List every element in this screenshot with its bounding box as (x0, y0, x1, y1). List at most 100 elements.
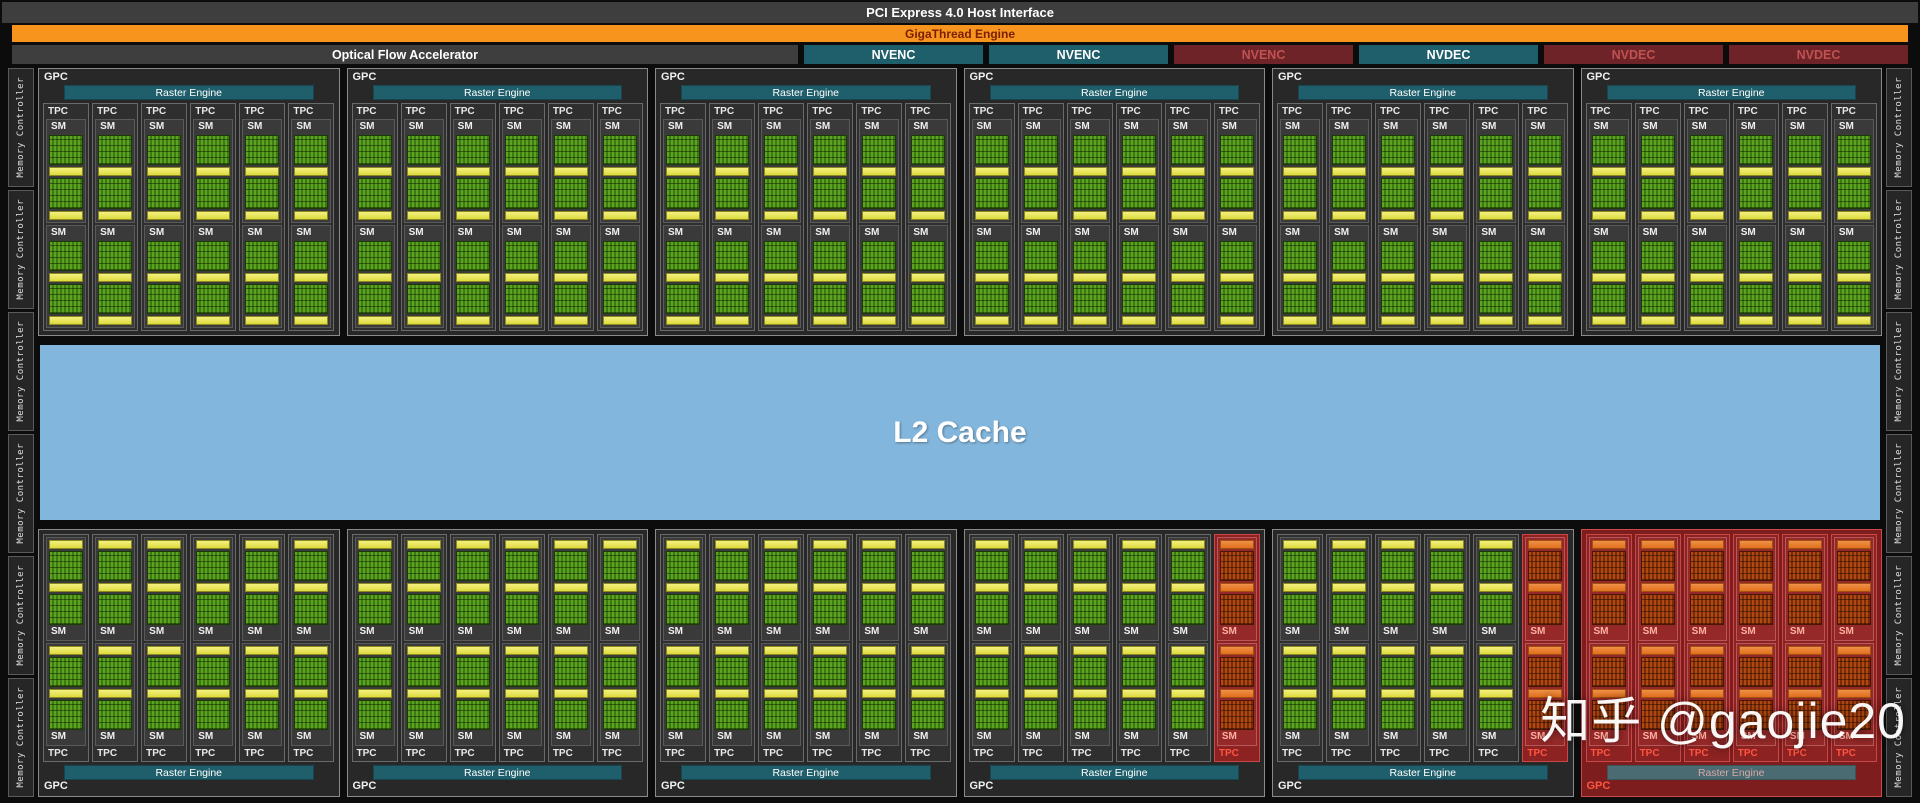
sm: SM (859, 537, 900, 641)
sm-core-block (1219, 699, 1254, 730)
tpc-row: TPC SM SM TPC SM SM TPC SM SM TPC SM SM TPC SM SM TPC SM… (351, 532, 645, 762)
sm: SM (1525, 642, 1566, 746)
memory-controller-segment: Memory Controller (8, 556, 34, 675)
sm-label: SM (100, 226, 116, 238)
sm: SM (599, 224, 640, 328)
sm-cache-bar (1283, 272, 1318, 282)
tpc: TPC SM SM (1213, 534, 1260, 762)
sm-cache-bar (1640, 272, 1675, 282)
sm-core-block (1738, 656, 1773, 687)
sm-cache-bar (1738, 540, 1773, 549)
sm-cache-bar (1528, 210, 1563, 220)
sm-core-block (1072, 656, 1107, 687)
sm-core-block (666, 551, 701, 582)
sm-core-block (1283, 240, 1318, 271)
sm: SM (1686, 119, 1727, 223)
sm-core-block (1170, 135, 1205, 166)
sm-label: SM (1123, 731, 1139, 742)
sm-label: SM (1383, 226, 1399, 238)
tpc-label: TPC (356, 106, 377, 117)
sm-cache-bar (1738, 272, 1773, 282)
sm-cache-bar (1121, 167, 1156, 177)
tpc: TPC SM SM (239, 534, 286, 762)
sm: SM (663, 537, 704, 641)
tpc: TPC SM SM (351, 534, 398, 762)
sm-cache-bar (147, 316, 182, 325)
sm-cache-bar (862, 583, 897, 593)
sm-core-block (196, 699, 231, 730)
tpc: TPC SM SM (1164, 534, 1211, 762)
sm-label: SM (864, 121, 880, 132)
tpc: TPC SM SM (239, 103, 286, 331)
sm-cache-bar (1072, 167, 1107, 177)
sm: SM (95, 119, 136, 223)
sm-label: SM (1383, 121, 1399, 132)
sm-core-block (1479, 699, 1514, 730)
sm-cache-bar (1381, 688, 1416, 698)
sm: SM (1637, 119, 1678, 223)
sm: SM (452, 642, 493, 746)
tpc-label: TPC (665, 106, 685, 117)
nvenc-block: NVENC (804, 45, 983, 64)
sm: SM (712, 224, 753, 328)
sm: SM (1118, 537, 1159, 641)
sm-cache-bar (974, 316, 1009, 325)
sm-core-block (813, 135, 848, 166)
sm: SM (1476, 642, 1517, 746)
sm-core-block (1219, 178, 1254, 209)
sm: SM (1020, 537, 1061, 641)
tpc-label: TPC (1218, 106, 1239, 117)
tpc: TPC SM SM (758, 103, 805, 331)
sm-core-block (1738, 551, 1773, 582)
memory-controller-label: Memory Controller (16, 565, 26, 666)
sm: SM (1378, 537, 1419, 641)
sm-cache-bar (1591, 167, 1626, 177)
sm: SM (1167, 224, 1208, 328)
sm: SM (144, 119, 185, 223)
sm-core-block (1170, 656, 1205, 687)
sm-cache-bar (1283, 645, 1318, 655)
sm-label: SM (359, 625, 375, 637)
sm-label: SM (51, 121, 66, 132)
sm-core-block (1219, 656, 1254, 687)
sm-label: SM (864, 625, 880, 637)
gpc-label: GPC (1278, 71, 1302, 83)
sm-cache-bar (49, 645, 84, 655)
sm-cache-bar (147, 210, 182, 220)
sm-label: SM (1481, 731, 1497, 742)
sm-core-block (1430, 283, 1465, 314)
sm-label: SM (296, 731, 312, 742)
sm-cache-bar (455, 316, 490, 325)
tpc: TPC SM SM (1115, 103, 1162, 331)
sm-core-block (1591, 240, 1626, 271)
sm-label: SM (668, 731, 683, 742)
sm-cache-bar (1640, 167, 1675, 177)
tpc: TPC SM SM (856, 103, 903, 331)
tpc-label: TPC (503, 106, 524, 117)
gpc: GPC Raster Engine TPC SM SM TPC SM SM TPC SM SM TPC… (655, 529, 957, 797)
sm: SM (1167, 537, 1208, 641)
sm-label: SM (247, 731, 263, 742)
sm-label: SM (1285, 625, 1300, 637)
sm-cache-bar (357, 688, 392, 698)
tpc-label: TPC (973, 106, 994, 117)
sm-core-block (1738, 699, 1773, 730)
sm-label: SM (1642, 731, 1658, 742)
gpc: GPC Raster Engine TPC SM SM TPC SM SM TPC SM SM TPC… (963, 529, 1265, 797)
sm-label: SM (668, 121, 683, 132)
sm-label: SM (1334, 731, 1350, 742)
tpc-label: TPC (1786, 106, 1807, 117)
sm-cache-bar (1836, 167, 1871, 177)
sm-cache-bar (294, 272, 329, 282)
sm-label: SM (1285, 226, 1300, 238)
sm-label: SM (1025, 226, 1041, 238)
sm-core-block (147, 283, 182, 314)
sm-label: SM (296, 226, 312, 238)
tpc-label: TPC (1527, 106, 1548, 117)
sm-core-block (1479, 283, 1514, 314)
sm-label: SM (1691, 121, 1707, 132)
tpc-label: TPC (1022, 106, 1043, 117)
sm-core-block (1836, 240, 1871, 271)
sm-cache-bar (666, 540, 701, 549)
sm: SM (1833, 642, 1874, 746)
